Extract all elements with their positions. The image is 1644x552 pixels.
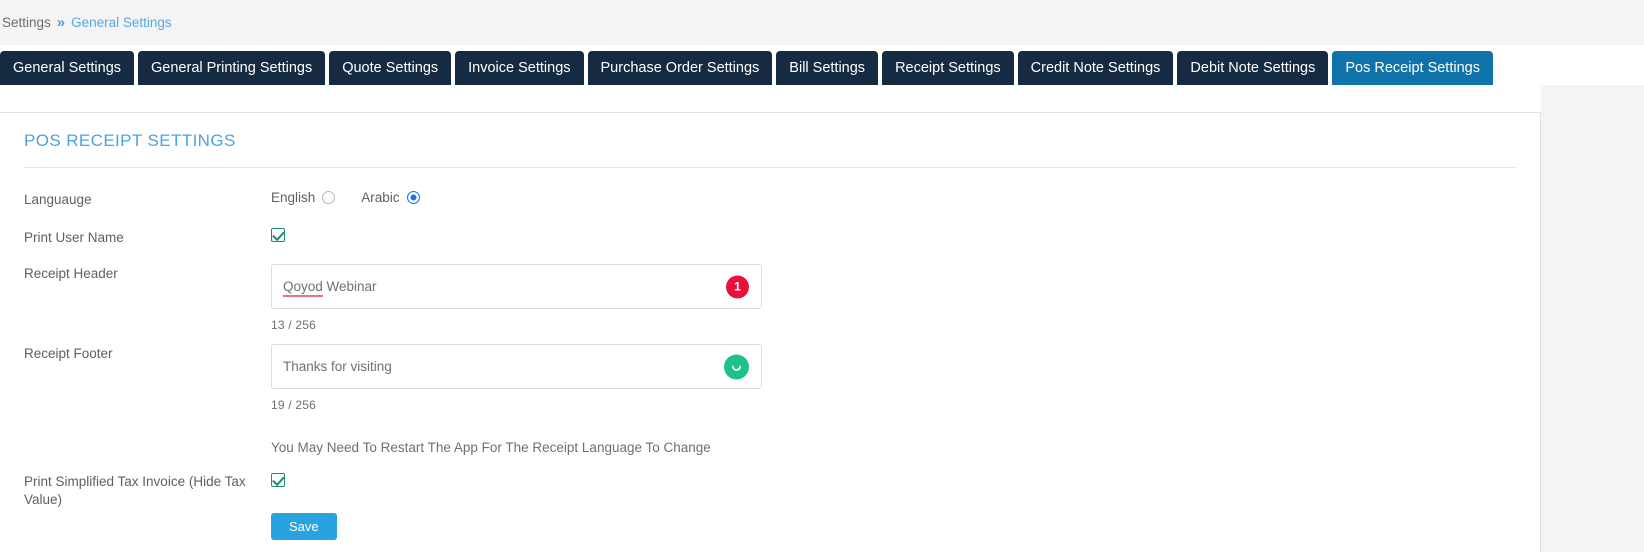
radio-english-dot[interactable] xyxy=(322,190,336,204)
print-simplified-tax-invoice-checkbox[interactable] xyxy=(271,473,285,487)
breadcrumb-separator-icon: » xyxy=(56,14,66,31)
print-user-name-label: Print User Name xyxy=(24,230,124,245)
language-label: Languauge xyxy=(24,192,92,207)
tab-pos-receipt-settings[interactable]: Pos Receipt Settings xyxy=(1332,51,1493,85)
breadcrumb-current-link[interactable]: General Settings xyxy=(71,15,172,30)
receipt-header-input[interactable] xyxy=(271,264,762,309)
receipt-footer-label: Receipt Footer xyxy=(24,346,113,361)
receipt-footer-char-counter: 19 / 256 xyxy=(271,398,316,412)
radio-option-arabic[interactable]: Arabic xyxy=(361,189,420,205)
restart-app-hint: You May Need To Restart The App For The … xyxy=(271,440,711,455)
row-receipt-footer: Receipt Footer 19 / 256 You May Need To … xyxy=(24,344,1516,473)
receipt-footer-input[interactable] xyxy=(271,344,762,389)
tab-debit-note-settings[interactable]: Debit Note Settings xyxy=(1177,51,1329,85)
tab-quote-settings[interactable]: Quote Settings xyxy=(329,51,452,85)
row-print-simplified-tax-invoice: Print Simplified Tax Invoice (Hide Tax V… xyxy=(24,473,1516,507)
language-radio-group: English Arabic xyxy=(271,184,1516,210)
tab-general-settings[interactable]: General Settings xyxy=(0,51,135,85)
pos-receipt-settings-form: Languauge English Arabic Print User Name… xyxy=(24,168,1516,540)
receipt-footer-input-wrap xyxy=(271,344,762,389)
tab-bill-settings[interactable]: Bill Settings xyxy=(776,51,879,85)
tab-receipt-settings[interactable]: Receipt Settings xyxy=(882,51,1014,85)
pos-receipt-settings-panel: POS RECEIPT SETTINGS Languauge English A… xyxy=(0,112,1541,552)
page-title: POS RECEIPT SETTINGS xyxy=(24,131,236,150)
row-receipt-header: Receipt Header Qoyod Webinar 1 13 / 256 xyxy=(24,264,1516,344)
settings-tabbar: General Settings General Printing Settin… xyxy=(0,45,1644,85)
breadcrumb: Settings » General Settings xyxy=(0,0,1644,45)
smiley-face-icon[interactable] xyxy=(724,354,749,379)
row-print-user-name: Print User Name xyxy=(24,228,1516,250)
radio-option-english[interactable]: English xyxy=(271,189,336,205)
radio-arabic-label: Arabic xyxy=(361,189,400,205)
tab-invoice-settings[interactable]: Invoice Settings xyxy=(455,51,584,85)
tab-general-printing-settings[interactable]: General Printing Settings xyxy=(138,51,326,85)
radio-arabic-dot[interactable] xyxy=(406,190,420,204)
print-user-name-checkbox[interactable] xyxy=(271,228,285,242)
error-count-badge[interactable]: 1 xyxy=(726,275,749,298)
receipt-header-input-wrap: Qoyod Webinar 1 xyxy=(271,264,762,309)
tab-credit-note-settings[interactable]: Credit Note Settings xyxy=(1017,51,1174,85)
tabbar-underline-strip xyxy=(0,85,1541,112)
breadcrumb-root: Settings xyxy=(2,15,51,30)
page-root: Settings » General Settings General Sett… xyxy=(0,0,1644,552)
receipt-header-char-counter: 13 / 256 xyxy=(271,318,316,332)
print-simplified-tax-invoice-label: Print Simplified Tax Invoice (Hide Tax V… xyxy=(24,474,246,507)
radio-english-label: English xyxy=(271,189,316,205)
save-button[interactable]: Save xyxy=(271,513,337,540)
row-language: Languauge English Arabic xyxy=(24,184,1516,210)
receipt-header-label: Receipt Header xyxy=(24,266,118,281)
save-row-spacer xyxy=(24,513,271,514)
tab-purchase-order-settings[interactable]: Purchase Order Settings xyxy=(587,51,773,85)
